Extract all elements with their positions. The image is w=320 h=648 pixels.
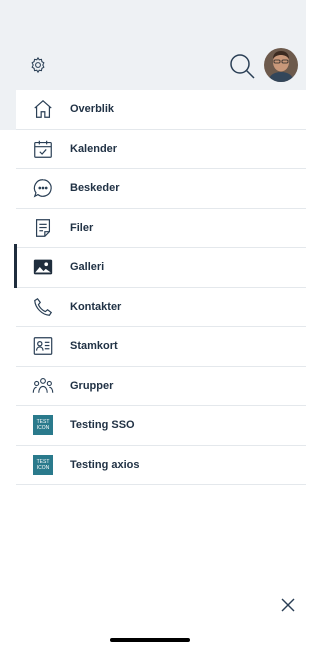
menu-item-overblik[interactable]: Overblik xyxy=(16,90,306,130)
menu-item-label: Testing axios xyxy=(70,458,140,471)
file-icon xyxy=(32,217,54,239)
close-icon[interactable] xyxy=(280,597,296,613)
image-icon xyxy=(32,256,54,278)
contact-card-icon xyxy=(32,335,54,357)
search-icon[interactable] xyxy=(228,52,256,80)
message-icon xyxy=(32,177,54,199)
active-item-indicator xyxy=(14,244,17,288)
menu-item-label: Stamkort xyxy=(70,340,118,353)
test-icon: TEST ICON xyxy=(32,414,54,436)
menu-item-beskeder[interactable]: Beskeder xyxy=(16,169,306,209)
menu-item-label: Beskeder xyxy=(70,182,120,195)
navigation-menu: Overblik Kalender Beskeder Filer Galleri… xyxy=(0,90,306,485)
avatar[interactable] xyxy=(264,48,298,82)
menu-item-label: Grupper xyxy=(70,379,114,392)
menu-item-label: Testing SSO xyxy=(70,419,135,432)
calendar-icon xyxy=(32,138,54,160)
menu-item-label: Overblik xyxy=(70,103,115,116)
menu-item-testing-sso[interactable]: TEST ICON Testing SSO xyxy=(16,406,306,446)
gear-icon[interactable] xyxy=(29,56,47,74)
menu-item-label: Galleri xyxy=(70,261,105,274)
menu-item-kontakter[interactable]: Kontakter xyxy=(16,287,306,327)
test-icon-text-bottom: ICON xyxy=(36,425,50,432)
group-icon xyxy=(32,375,54,397)
menu-item-label: Filer xyxy=(70,221,94,234)
test-icon-text-bottom: ICON xyxy=(36,464,50,471)
menu-item-label: Kalender xyxy=(70,142,118,155)
menu-item-stamkort[interactable]: Stamkort xyxy=(16,327,306,367)
menu-item-grupper[interactable]: Grupper xyxy=(16,366,306,406)
menu-item-label: Kontakter xyxy=(70,300,122,313)
phone-icon xyxy=(32,296,54,318)
test-icon: TEST ICON xyxy=(32,454,54,476)
menu-item-filer[interactable]: Filer xyxy=(16,208,306,248)
drawer-header xyxy=(0,44,306,90)
home-indicator[interactable] xyxy=(110,638,190,642)
menu-item-galleri[interactable]: Galleri xyxy=(16,248,306,288)
home-icon xyxy=(32,98,54,120)
menu-item-kalender[interactable]: Kalender xyxy=(16,129,306,169)
menu-item-testing-axios[interactable]: TEST ICON Testing axios xyxy=(16,445,306,485)
